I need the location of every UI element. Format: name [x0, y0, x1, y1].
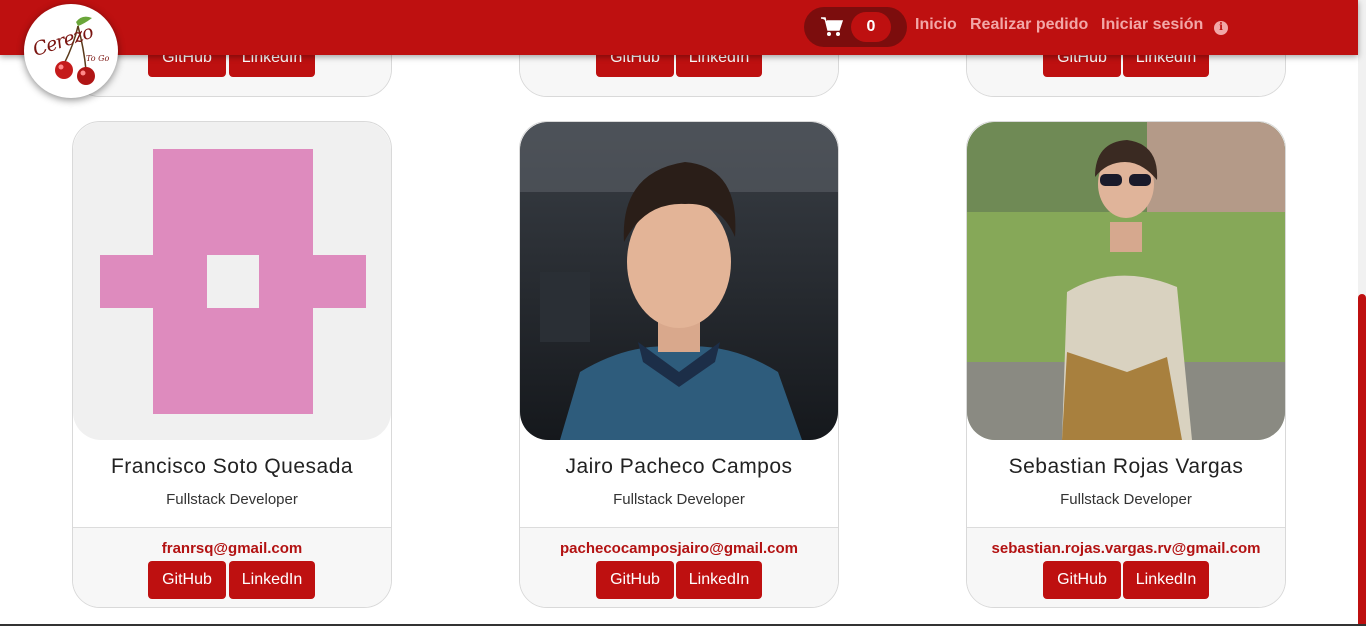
info-icon[interactable]: i: [1214, 21, 1228, 35]
brand-logo[interactable]: Cerezo To Go: [24, 4, 118, 98]
linkedin-button[interactable]: LinkedIn: [676, 561, 762, 599]
github-button[interactable]: GitHub: [596, 561, 674, 599]
member-email[interactable]: pachecocamposjairo@gmail.com: [520, 540, 838, 557]
linkedin-button[interactable]: LinkedIn: [229, 561, 315, 599]
nav-link-inicio[interactable]: Inicio: [915, 16, 957, 34]
nav-link-realizar-pedido[interactable]: Realizar pedido: [970, 16, 1088, 34]
member-role: Fullstack Developer: [1060, 491, 1192, 508]
member-role: Fullstack Developer: [613, 491, 745, 508]
avatar: [73, 122, 391, 440]
profile-photo: [967, 122, 1285, 440]
card-footer: pachecocamposjairo@gmail.com GitHub Link…: [520, 527, 838, 607]
member-email[interactable]: franrsq@gmail.com: [73, 540, 391, 557]
avatar: [967, 122, 1285, 440]
github-button[interactable]: GitHub: [1043, 561, 1121, 599]
logo-subtext: To Go: [86, 54, 110, 63]
card-footer: franrsq@gmail.com GitHub LinkedIn: [73, 527, 391, 607]
card-footer: sebastian.rojas.vargas.rv@gmail.com GitH…: [967, 527, 1285, 607]
nav-link-iniciar-sesion[interactable]: Iniciar sesión: [1101, 16, 1203, 34]
cart-count-badge: 0: [851, 12, 891, 42]
team-card-sebastian: Sebastian Rojas Vargas Fullstack Develop…: [966, 121, 1286, 608]
member-name: Francisco Soto Quesada: [110, 455, 354, 478]
avatar: [520, 122, 838, 440]
member-name: Jairo Pacheco Campos: [565, 455, 793, 478]
linkedin-button[interactable]: LinkedIn: [1123, 561, 1209, 599]
team-card-francisco: Francisco Soto Quesada Fullstack Develop…: [72, 121, 392, 608]
member-email[interactable]: sebastian.rojas.vargas.rv@gmail.com: [967, 540, 1285, 557]
member-name: Sebastian Rojas Vargas: [1008, 455, 1244, 478]
team-card-jairo: Jairo Pacheco Campos Fullstack Developer…: [519, 121, 839, 608]
team-page: GitHub LinkedIn GitHub LinkedIn GitHub L…: [0, 0, 1366, 626]
scrollbar-thumb[interactable]: [1358, 294, 1366, 626]
member-role: Fullstack Developer: [166, 491, 298, 508]
top-navbar: 0 Inicio Realizar pedido Iniciar sesión …: [0, 0, 1358, 55]
github-button[interactable]: GitHub: [148, 561, 226, 599]
identicon-avatar: [100, 149, 366, 414]
profile-photo: [520, 122, 838, 440]
cart-icon: [821, 17, 843, 36]
